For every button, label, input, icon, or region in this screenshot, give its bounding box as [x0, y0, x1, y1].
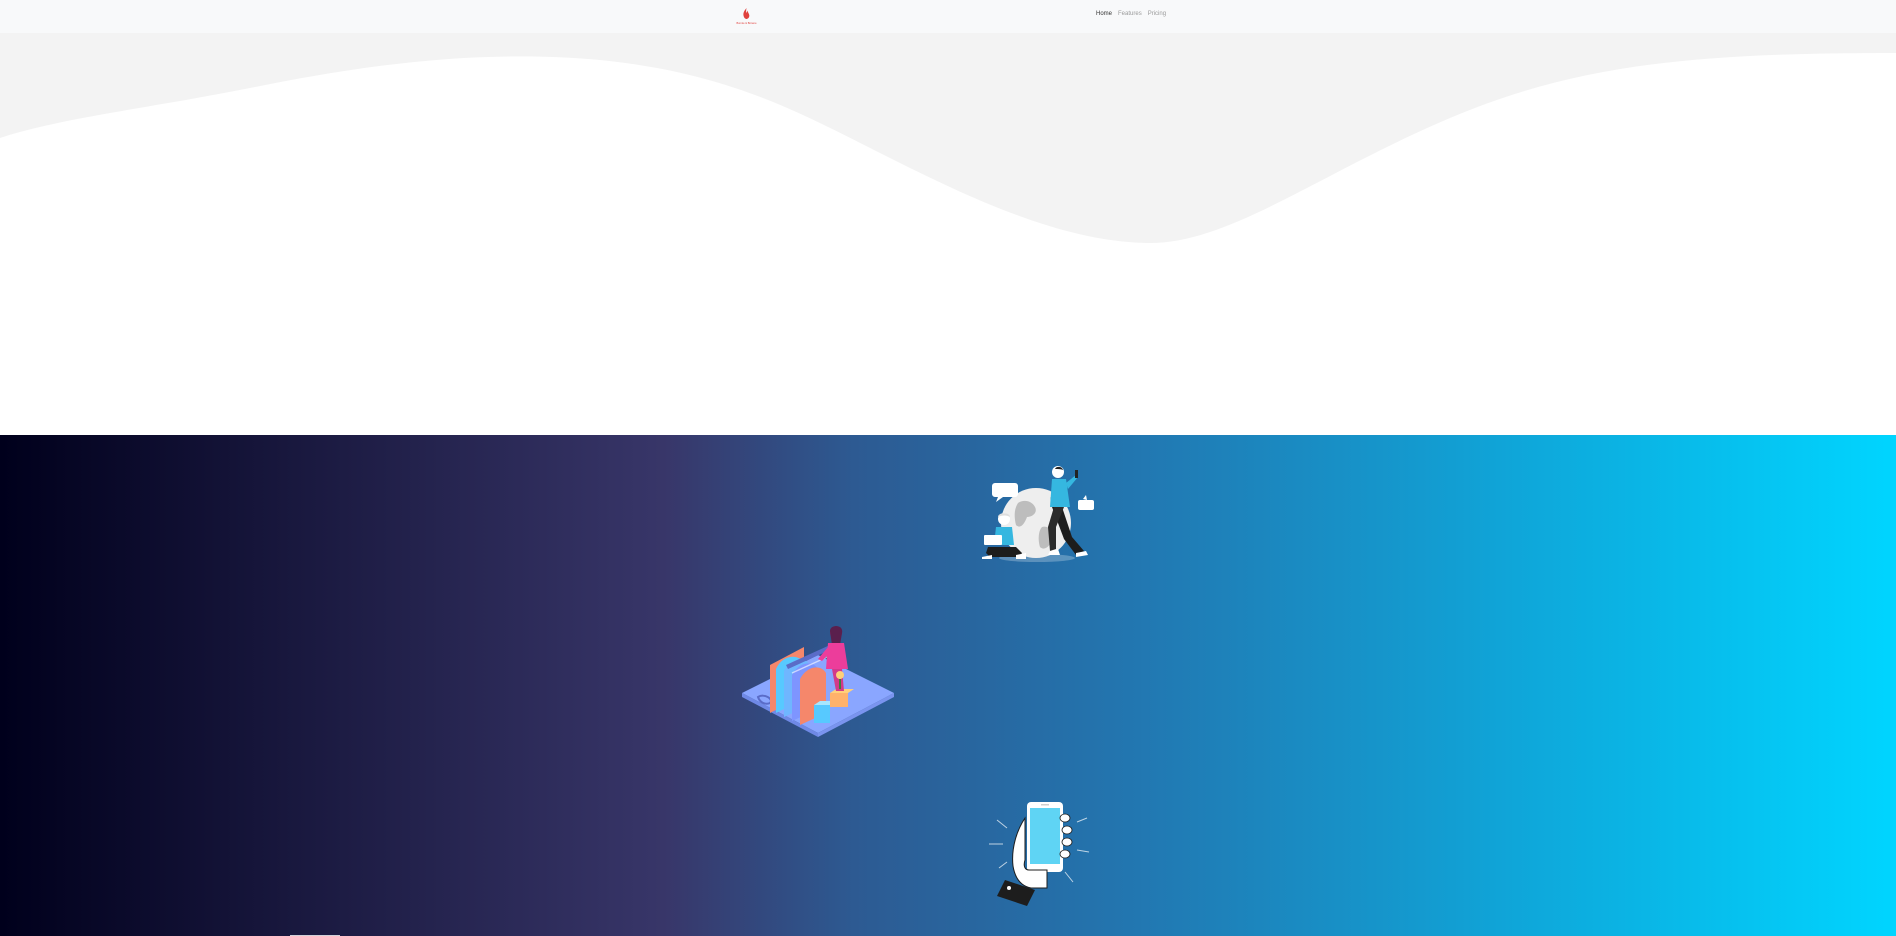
navbar: Bonnie & Browne Home Features Pricing	[0, 0, 1896, 33]
nav-link-pricing[interactable]: Pricing	[1148, 10, 1166, 18]
hero-section	[0, 33, 1896, 435]
phone-in-hand-illustration	[989, 802, 1090, 906]
hero-wave-background	[0, 33, 1896, 243]
file-cabinet-illustration	[742, 625, 894, 737]
brand-text: Bonnie & Browne	[736, 21, 757, 25]
main-nav: Home Features Pricing	[1096, 10, 1166, 18]
features-section	[0, 435, 1896, 936]
flame-logo-icon: Bonnie & Browne	[736, 8, 757, 25]
nav-link-features[interactable]: Features	[1118, 10, 1142, 18]
brand-logo[interactable]: Bonnie & Browne	[733, 7, 760, 25]
globe-chat-illustration	[982, 466, 1094, 562]
nav-link-home[interactable]: Home	[1096, 10, 1112, 18]
